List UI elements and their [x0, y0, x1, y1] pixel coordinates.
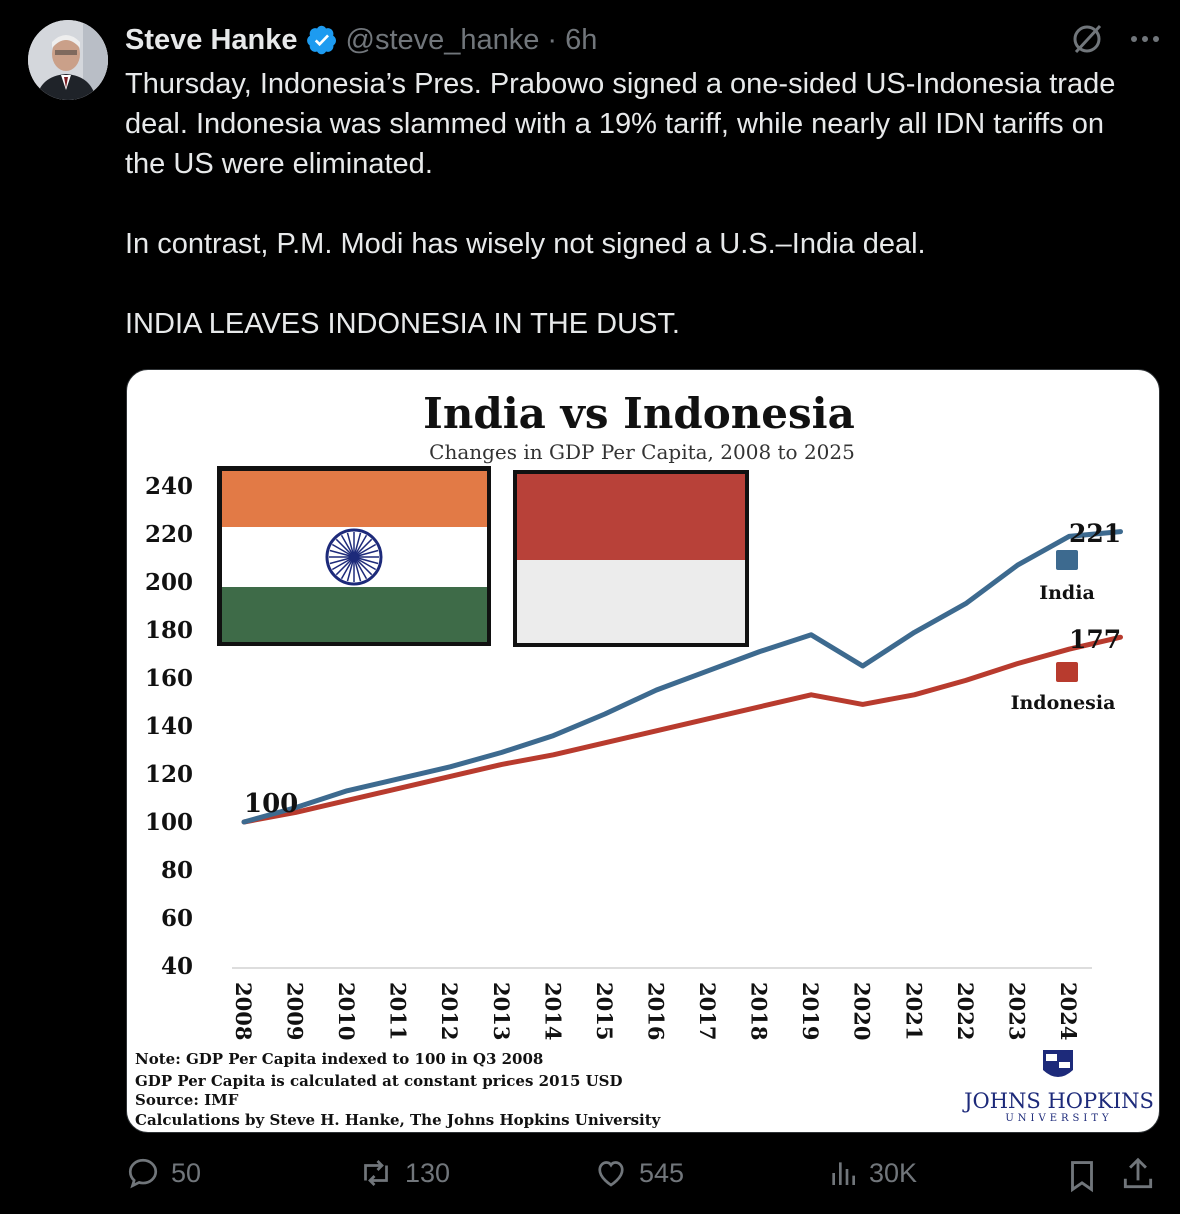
note-line: Calculations by Steve H. Hanke, The John… — [135, 1111, 662, 1129]
y-tick-label: 60 — [161, 905, 193, 932]
x-tick-label: 2011 — [386, 982, 411, 1040]
chart-notes: Note: GDP Per Capita indexed to 100 in Q… — [135, 1050, 662, 1129]
share-icon[interactable] — [1119, 1155, 1157, 1193]
reply-icon — [128, 1158, 158, 1189]
author-avatar[interactable] — [28, 20, 108, 100]
view-count: 30K — [869, 1157, 918, 1188]
legend-swatch-indonesia — [1056, 662, 1078, 682]
repost-button[interactable]: 130 — [357, 1155, 450, 1191]
repost-count: 130 — [405, 1157, 451, 1188]
x-tick-label: 2015 — [592, 982, 617, 1040]
y-tick-label: 100 — [145, 809, 193, 836]
x-axis: 2008 2009 2010 2011 2012 2013 2014 2015 2016 2017… — [231, 982, 1081, 1040]
gdp-chart: India vs Indonesia Changes in GDP Per Ca… — [135, 389, 1154, 1129]
x-tick-label: 2014 — [540, 982, 565, 1040]
x-tick-label: 2022 — [953, 982, 978, 1040]
reply-count: 50 — [171, 1157, 202, 1188]
note-line: Source: IMF — [135, 1091, 239, 1109]
tweet-paragraph: Thursday, Indonesia’s Pres. Prabowo sign… — [125, 68, 1116, 180]
x-tick-label: 2024 — [1056, 982, 1081, 1040]
india-flag — [217, 466, 491, 646]
y-tick-label: 180 — [145, 617, 193, 644]
india-end-label: 221 — [1069, 519, 1121, 548]
x-tick-label: 2013 — [489, 982, 514, 1040]
tweet-text: Thursday, Indonesia’s Pres. Prabowo sign… — [125, 64, 1135, 344]
chart-title: India vs Indonesia — [423, 389, 855, 438]
tweet-paragraph: INDIA LEAVES INDONESIA IN THE DUST. — [125, 308, 680, 340]
legend-label-india: India — [1039, 582, 1095, 604]
tweet-header: Steve Hanke @steve_hanke · 6h — [125, 20, 597, 60]
more-icon[interactable] — [1130, 34, 1160, 44]
author-name[interactable]: Steve Hanke — [125, 24, 298, 57]
x-tick-label: 2018 — [747, 982, 772, 1040]
reply-button[interactable]: 50 — [125, 1155, 201, 1191]
author-handle[interactable]: @steve_hanke — [346, 24, 540, 57]
y-tick-label: 120 — [145, 761, 193, 788]
y-axis: 40 60 80 100 120 140 160 180 200 220 240 — [145, 473, 193, 980]
views-icon — [832, 1162, 855, 1185]
x-tick-label: 2009 — [283, 982, 308, 1040]
start-label: 100 — [244, 789, 298, 819]
tweet-timestamp[interactable]: · 6h — [547, 24, 597, 57]
logo-name: JOHNS HOPKINS — [962, 1089, 1154, 1113]
johns-hopkins-logo: JOHNS HOPKINS UNIVERSITY — [962, 1050, 1154, 1124]
logo-university: UNIVERSITY — [1005, 1113, 1112, 1124]
legend-label-indonesia: Indonesia — [1011, 692, 1116, 714]
series-line-indonesia — [241, 634, 1123, 825]
note-line: GDP Per Capita is calculated at constant… — [135, 1072, 623, 1090]
x-tick-label: 2008 — [231, 982, 256, 1040]
x-tick-label: 2020 — [850, 982, 875, 1040]
indonesia-flag — [513, 470, 749, 647]
note-line: Note: GDP Per Capita indexed to 100 in Q… — [135, 1050, 543, 1068]
tweet-paragraph: In contrast, P.M. Modi has wisely not si… — [125, 228, 926, 260]
x-tick-label: 2016 — [644, 982, 669, 1040]
x-tick-label: 2023 — [1004, 982, 1029, 1040]
like-button[interactable]: 545 — [593, 1155, 684, 1191]
y-tick-label: 140 — [145, 713, 193, 740]
x-tick-label: 2021 — [901, 982, 926, 1040]
tweet-image-card[interactable]: India vs Indonesia Changes in GDP Per Ca… — [126, 369, 1160, 1133]
verified-badge-icon — [306, 25, 336, 55]
legend-swatch-india — [1056, 550, 1078, 570]
avatar-photo — [28, 20, 108, 100]
like-count: 545 — [639, 1157, 685, 1188]
y-tick-label: 240 — [145, 473, 193, 500]
y-tick-label: 200 — [145, 569, 193, 596]
tweet-top-actions — [1070, 22, 1160, 56]
repost-icon — [364, 1160, 388, 1186]
y-tick-label: 220 — [145, 521, 193, 548]
x-tick-label: 2010 — [334, 982, 359, 1040]
y-tick-label: 80 — [161, 857, 193, 884]
x-tick-label: 2012 — [437, 982, 462, 1040]
heart-icon — [598, 1161, 624, 1187]
y-tick-label: 40 — [161, 953, 193, 980]
chart-subtitle: Changes in GDP Per Capita, 2008 to 2025 — [429, 440, 855, 464]
grok-icon[interactable] — [1070, 22, 1104, 56]
y-tick-label: 160 — [145, 665, 193, 692]
tweet-actions: 50 130 545 30K — [125, 1155, 1160, 1201]
x-tick-label: 2019 — [798, 982, 823, 1040]
views-button[interactable]: 30K — [827, 1155, 917, 1191]
x-tick-label: 2017 — [695, 982, 720, 1040]
indonesia-end-label: 177 — [1069, 625, 1121, 654]
bookmark-icon[interactable] — [1063, 1157, 1101, 1195]
